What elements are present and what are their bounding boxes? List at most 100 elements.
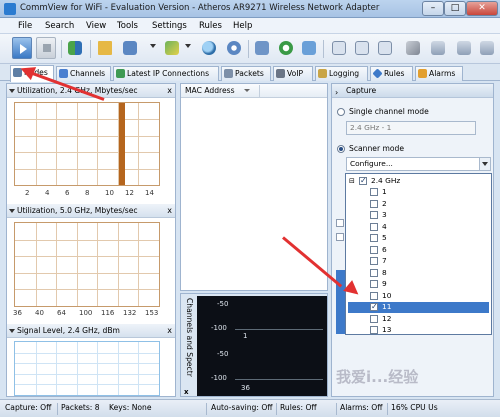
ip-tool-button[interactable] — [353, 38, 371, 58]
minimize-button[interactable]: – — [422, 1, 444, 16]
util-50-plot — [14, 222, 160, 307]
channel-row[interactable]: 4 — [348, 222, 489, 233]
decrypt-button[interactable] — [300, 38, 318, 58]
filter-3-button[interactable] — [478, 38, 496, 58]
mac-address-tool-button[interactable] — [330, 38, 348, 58]
channel-row[interactable]: 3 — [348, 210, 489, 221]
settings-button[interactable] — [225, 38, 243, 58]
tab-logging[interactable]: Logging — [315, 66, 368, 81]
single-channel-select[interactable]: 2.4 GHz - 1 — [346, 121, 476, 135]
grid-line — [138, 342, 139, 395]
single-channel-radio[interactable] — [337, 108, 345, 116]
close-icon[interactable]: x — [184, 388, 189, 396]
grid-line — [77, 342, 78, 395]
close-icon[interactable]: x — [167, 324, 172, 337]
tab-packets[interactable]: Packets — [221, 66, 271, 81]
chevron-down-icon[interactable] — [150, 44, 156, 48]
menu-search[interactable]: Search — [45, 21, 74, 31]
channel-checkbox[interactable] — [370, 234, 378, 242]
channel-checkbox[interactable] — [370, 291, 378, 300]
mac-alias-button[interactable] — [253, 38, 271, 58]
scanner-mode-radio[interactable] — [337, 145, 345, 153]
mac-address-header-label: MAC Address — [185, 86, 235, 95]
collapse-icon[interactable]: ⊟ — [349, 177, 355, 185]
chevron-down-icon[interactable] — [185, 44, 191, 48]
close-button[interactable]: ✕ — [466, 1, 498, 16]
close-icon[interactable]: x — [167, 84, 172, 97]
search-button[interactable] — [200, 38, 218, 58]
channel-row[interactable]: 2 — [348, 199, 489, 210]
channel-row[interactable]: 9 — [348, 279, 489, 290]
channel-row[interactable]: 11 — [348, 302, 489, 313]
configure-value: Configure... — [350, 159, 393, 168]
menu-view[interactable]: View — [86, 21, 106, 31]
channel-row[interactable]: 13 — [348, 325, 489, 336]
side-checkbox[interactable] — [336, 219, 344, 227]
filter-button[interactable] — [429, 38, 447, 58]
tools-button[interactable] — [404, 38, 422, 58]
channel-dropdown[interactable]: ⊟ 2.4 GHz 12345678910111213 — [345, 173, 492, 335]
mac-address-column-header[interactable]: MAC Address — [181, 84, 327, 98]
chevron-down-icon[interactable] — [479, 158, 490, 170]
side-checkbox[interactable] — [336, 233, 344, 241]
signal-24-header[interactable]: Signal Level, 2.4 GHz, dBm x — [7, 324, 175, 338]
menu-file[interactable]: File — [18, 21, 32, 31]
grid-line — [138, 223, 139, 306]
band-checkbox[interactable] — [359, 176, 367, 186]
tab-rules[interactable]: Rules — [370, 66, 413, 81]
save-button[interactable] — [121, 38, 139, 58]
signal-24-plot — [14, 341, 160, 396]
refresh-button[interactable] — [277, 38, 295, 58]
folder-icon — [98, 41, 112, 55]
nodes-tool-button[interactable] — [66, 38, 84, 58]
tick-label: 36 — [13, 309, 22, 317]
channel-checkbox[interactable] — [370, 268, 378, 277]
channel-checkbox[interactable] — [370, 222, 378, 231]
channel-row[interactable]: 8 — [348, 268, 489, 279]
tab-channels[interactable]: Channels — [56, 66, 111, 81]
menu-help[interactable]: Help — [233, 21, 252, 31]
tick-label: 40 — [35, 309, 44, 317]
channel-row[interactable]: 7 — [348, 256, 489, 267]
channel-row[interactable]: 1 — [348, 187, 489, 198]
channel-checkbox[interactable] — [370, 326, 378, 334]
band-row[interactable]: ⊟ 2.4 GHz — [348, 176, 489, 187]
channel-checkbox[interactable] — [370, 257, 378, 265]
util-50-header[interactable]: Utilization, 5.0 GHz, Mbytes/sec x — [7, 204, 175, 218]
channel-checkbox[interactable] — [370, 245, 378, 254]
channel-checkbox[interactable] — [370, 280, 378, 288]
tick-label: 4 — [45, 189, 50, 197]
util-24-plot — [14, 102, 160, 186]
menu-tools[interactable]: Tools — [117, 21, 138, 31]
channel-row[interactable]: 6 — [348, 245, 489, 256]
maximize-button[interactable]: □ — [444, 1, 466, 16]
tab-label: Packets — [235, 69, 264, 78]
tab-alarms[interactable]: Alarms — [415, 66, 463, 81]
grid-line — [97, 223, 98, 306]
channel-row[interactable]: 10 — [348, 291, 489, 302]
channel-checkbox[interactable] — [370, 199, 378, 208]
configure-select[interactable]: Configure... — [346, 157, 491, 171]
channel-checkbox[interactable] — [370, 314, 378, 323]
tab-voip[interactable]: VoIP — [273, 66, 313, 81]
edit-button[interactable] — [163, 38, 181, 58]
grid-line — [36, 342, 37, 395]
tick-label: 12 — [125, 189, 134, 197]
close-icon[interactable]: x — [167, 204, 172, 217]
menu-settings[interactable]: Settings — [152, 21, 187, 31]
capture-header[interactable]: › Capture — [332, 84, 493, 98]
channel-checkbox[interactable] — [370, 211, 378, 219]
channel-checkbox[interactable] — [370, 302, 378, 312]
start-capture-button[interactable] — [12, 37, 32, 59]
channel-checkbox[interactable] — [370, 188, 378, 196]
menu-rules[interactable]: Rules — [199, 21, 222, 31]
open-file-button[interactable] — [96, 38, 114, 58]
filter-2-button[interactable] — [455, 38, 473, 58]
channel-row[interactable]: 12 — [348, 314, 489, 325]
stop-capture-button[interactable] — [36, 37, 56, 59]
grid-line — [97, 103, 98, 185]
channel-row[interactable]: 5 — [348, 233, 489, 244]
port-tool-button[interactable] — [376, 38, 394, 58]
mac-list[interactable]: MAC Address — [180, 83, 328, 291]
tab-latest-ip-connections[interactable]: Latest IP Connections — [113, 66, 219, 81]
